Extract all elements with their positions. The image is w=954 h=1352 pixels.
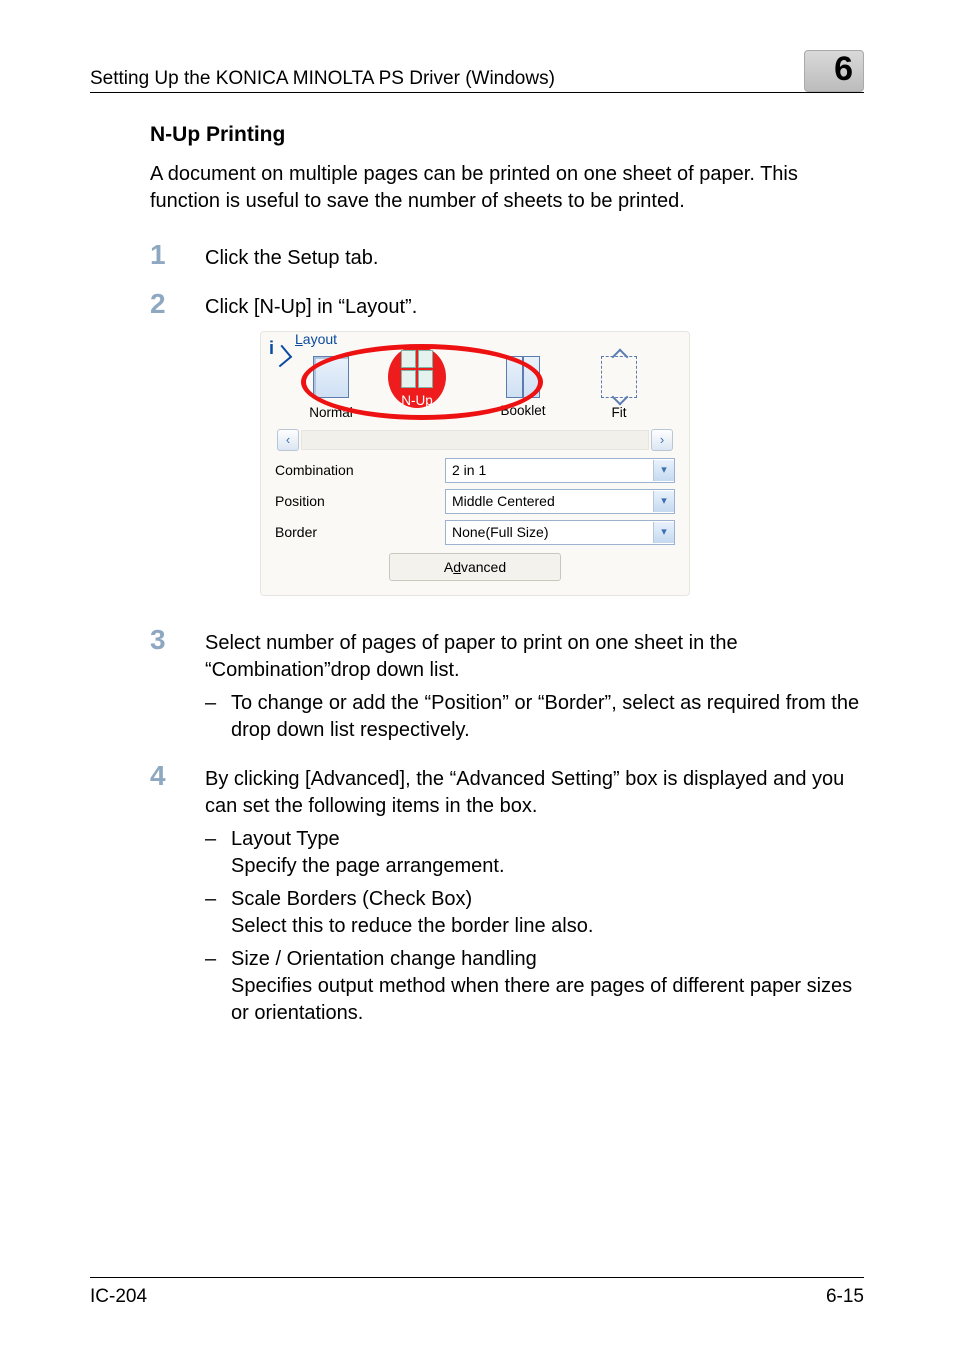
booklet-page-icon xyxy=(506,356,540,396)
step-text: Click the Setup tab. xyxy=(205,241,864,272)
step-3: 3 Select number of pages of paper to pri… xyxy=(150,626,864,744)
help-cursor-icon: i xyxy=(269,336,274,360)
item-title: Layout Type xyxy=(231,826,864,853)
position-row: Position Middle Centered ▾ xyxy=(275,489,675,514)
scroll-left-button[interactable]: ‹ xyxy=(277,429,299,451)
item-desc: Specify the page arrangement. xyxy=(231,853,864,880)
position-value: Middle Centered xyxy=(452,492,555,511)
step-2: 2 Click [N-Up] in “Layout”. i Layout Nor… xyxy=(150,290,864,606)
normal-page-icon xyxy=(313,356,349,398)
thumb-label: Booklet xyxy=(490,402,556,420)
combination-row: Combination 2 in 1 ▾ xyxy=(275,458,675,483)
thumb-label: Normal xyxy=(298,404,364,422)
border-label: Border xyxy=(275,523,445,542)
position-label: Position xyxy=(275,492,445,511)
item-title: Scale Borders (Check Box) xyxy=(231,886,864,913)
layout-dialog-screenshot: i Layout Normal N-Up xyxy=(260,331,690,596)
section-intro: A document on multiple pages can be prin… xyxy=(150,161,864,215)
step-text: Click [N-Up] in “Layout”. xyxy=(205,294,864,321)
layout-groupbox: i Layout Normal N-Up xyxy=(260,331,690,596)
combination-label: Combination xyxy=(275,461,445,480)
border-dropdown[interactable]: None(Full Size) ▾ xyxy=(445,520,675,545)
footer-left: IC-204 xyxy=(90,1286,147,1308)
scroll-track[interactable] xyxy=(301,430,649,450)
chevron-down-icon[interactable]: ▾ xyxy=(653,491,674,512)
advanced-button[interactable]: Advanced xyxy=(389,553,561,581)
item-desc: Specifies output method when there are p… xyxy=(231,973,864,1027)
dash: – xyxy=(205,886,231,940)
step-number: 1 xyxy=(150,241,205,269)
layout-thumb-row: Normal N-Up Booklet xyxy=(275,342,675,426)
chevron-down-icon[interactable]: ▾ xyxy=(653,522,674,543)
nup-page-icon xyxy=(401,350,433,388)
border-row: Border None(Full Size) ▾ xyxy=(275,520,675,545)
layout-option-normal[interactable]: Normal xyxy=(298,356,364,422)
item-title: Size / Orientation change handling xyxy=(231,946,864,973)
item-desc: Select this to reduce the border line al… xyxy=(231,913,864,940)
layout-option-nup-selected[interactable]: N-Up xyxy=(390,350,444,410)
section-title: N-Up Printing xyxy=(150,123,864,147)
thumb-label: Fit xyxy=(586,404,652,422)
step-text: By clicking [Advanced], the “Advanced Se… xyxy=(205,766,864,820)
dash: – xyxy=(205,826,231,880)
dash: – xyxy=(205,946,231,1027)
dash: – xyxy=(205,690,231,744)
step-number: 3 xyxy=(150,626,205,654)
position-dropdown[interactable]: Middle Centered ▾ xyxy=(445,489,675,514)
layout-option-booklet[interactable]: Booklet xyxy=(490,356,556,422)
thumb-label: N-Up xyxy=(390,392,444,410)
running-head: Setting Up the KONICA MINOLTA PS Driver … xyxy=(90,68,794,90)
chevron-down-icon[interactable]: ▾ xyxy=(653,460,674,481)
step-number: 2 xyxy=(150,290,205,318)
chapter-number-badge: 6 xyxy=(804,50,864,92)
border-value: None(Full Size) xyxy=(452,523,548,542)
step-subtext: To change or add the “Position” or “Bord… xyxy=(231,690,864,744)
step-1: 1 Click the Setup tab. xyxy=(150,241,864,272)
layout-option-fit[interactable]: Fit xyxy=(586,356,652,422)
step-number: 4 xyxy=(150,762,205,790)
fit-page-icon xyxy=(601,356,637,398)
combination-value: 2 in 1 xyxy=(452,461,486,480)
step-text: Select number of pages of paper to print… xyxy=(205,630,864,684)
scroll-right-button[interactable]: › xyxy=(651,429,673,451)
combination-dropdown[interactable]: 2 in 1 ▾ xyxy=(445,458,675,483)
step-4: 4 By clicking [Advanced], the “Advanced … xyxy=(150,762,864,1027)
footer-right: 6-15 xyxy=(826,1286,864,1308)
layout-scrollbar[interactable]: ‹ › xyxy=(277,430,673,450)
